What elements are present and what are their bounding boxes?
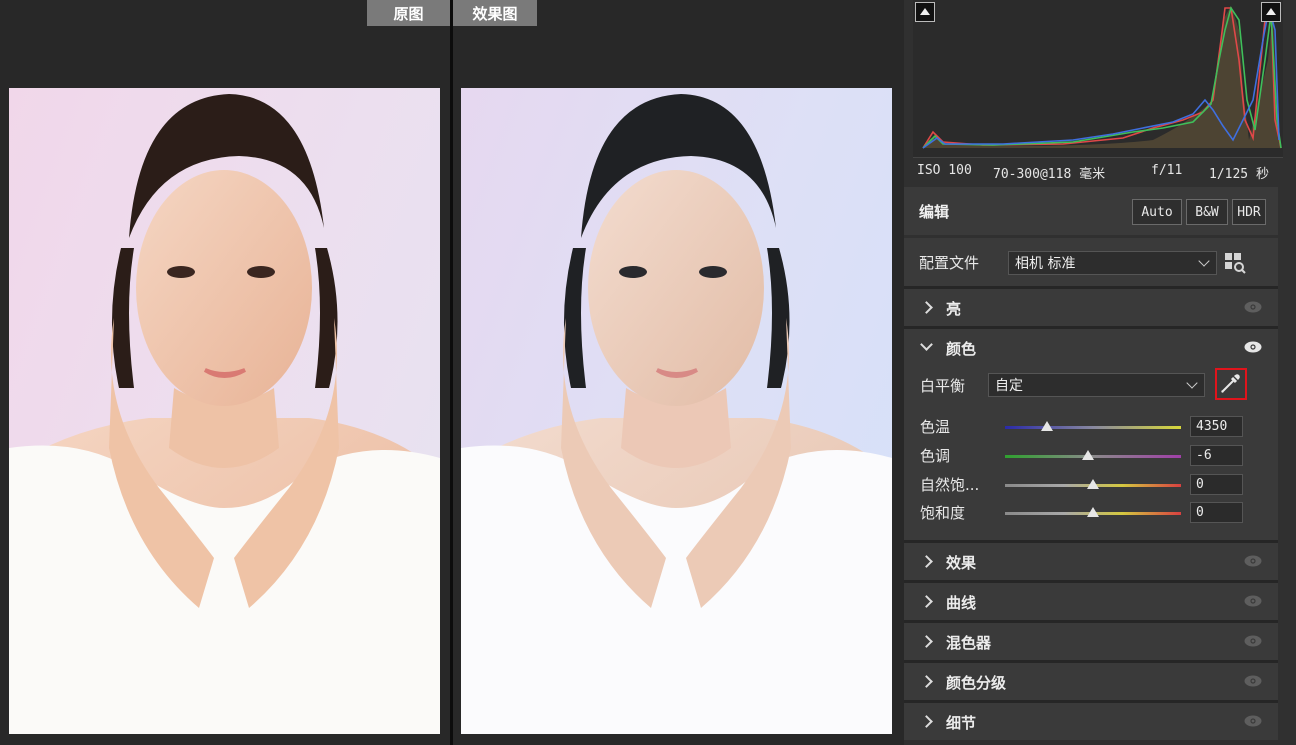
panel-mixer-title: 混色器 bbox=[946, 634, 992, 652]
slider-thumb[interactable] bbox=[1087, 507, 1099, 517]
panel-color-title: 颜色 bbox=[946, 340, 977, 358]
eye-icon[interactable] bbox=[1244, 635, 1262, 647]
slider-label: 饱和度 bbox=[920, 504, 966, 522]
slider-value-input[interactable]: 0 bbox=[1190, 502, 1243, 523]
panel-effects-title: 效果 bbox=[946, 554, 977, 572]
chevron-right-icon bbox=[920, 715, 933, 728]
exif-aperture: f/11 bbox=[1151, 163, 1183, 178]
panel-curve[interactable]: 曲线 bbox=[904, 583, 1278, 620]
profile-row: 配置文件 相机 标准 bbox=[904, 238, 1278, 286]
before-after-divider bbox=[450, 0, 453, 745]
slider-thumb[interactable] bbox=[1041, 421, 1054, 431]
profile-label: 配置文件 bbox=[919, 254, 980, 272]
before-view-label[interactable]: 原图 bbox=[367, 0, 450, 26]
highlight-clipping-toggle[interactable] bbox=[1261, 2, 1281, 22]
slider-value-input[interactable]: 0 bbox=[1190, 474, 1243, 495]
eye-icon[interactable] bbox=[1244, 595, 1262, 607]
panel-light[interactable]: 亮 bbox=[904, 289, 1278, 326]
eyedropper-icon bbox=[1221, 374, 1240, 393]
exif-shutter: 1/125 秒 bbox=[1209, 167, 1269, 182]
chevron-right-icon bbox=[920, 301, 933, 314]
slider-label: 色温 bbox=[920, 418, 951, 436]
slider-value-input[interactable]: 4350 bbox=[1190, 416, 1243, 437]
exif-iso: ISO 100 bbox=[917, 163, 972, 178]
panel-detail-title: 细节 bbox=[946, 714, 977, 732]
auto-button[interactable]: Auto bbox=[1132, 199, 1182, 225]
eye-icon[interactable] bbox=[1244, 301, 1262, 313]
panel-light-title: 亮 bbox=[946, 300, 962, 318]
slider-value-input[interactable]: -6 bbox=[1190, 445, 1243, 466]
shadow-clipping-toggle[interactable] bbox=[915, 2, 935, 22]
edit-title: 编辑 bbox=[919, 203, 950, 221]
eye-icon[interactable] bbox=[1244, 715, 1262, 727]
slider-track[interactable] bbox=[1005, 426, 1181, 429]
portrait-before bbox=[9, 94, 440, 734]
panel-mixer[interactable]: 混色器 bbox=[904, 623, 1278, 660]
panel-color-header[interactable]: 颜色 bbox=[904, 329, 1278, 366]
before-photo bbox=[9, 88, 440, 734]
chevron-down-icon bbox=[1198, 255, 1210, 267]
white-balance-label: 白平衡 bbox=[920, 377, 966, 395]
after-photo bbox=[461, 88, 892, 734]
exif-lens: 70-300@118 毫米 bbox=[993, 167, 1106, 182]
panel-detail[interactable]: 细节 bbox=[904, 703, 1278, 740]
chevron-right-icon bbox=[920, 635, 933, 648]
preview-area: 原图 效果图 bbox=[0, 0, 904, 745]
chevron-down-icon bbox=[1186, 377, 1198, 389]
eye-icon[interactable] bbox=[1244, 341, 1262, 353]
slider-label: 自然饱... bbox=[920, 476, 980, 494]
chevron-right-icon bbox=[920, 675, 933, 688]
panel-effects[interactable]: 效果 bbox=[904, 543, 1278, 580]
exif-info: ISO 100 70-300@118 毫米 f/11 1/125 秒 bbox=[913, 158, 1283, 184]
edit-header: 编辑 Auto B&W HDR bbox=[904, 187, 1278, 235]
chevron-right-icon bbox=[920, 555, 933, 568]
chevron-right-icon bbox=[920, 595, 933, 608]
hdr-button[interactable]: HDR bbox=[1232, 199, 1266, 225]
white-balance-eyedropper-button[interactable] bbox=[1215, 368, 1247, 400]
profile-browser-icon[interactable] bbox=[1224, 252, 1246, 274]
panel-curve-title: 曲线 bbox=[946, 594, 977, 612]
edit-panel: ISO 100 70-300@118 毫米 f/11 1/125 秒 编辑 Au… bbox=[904, 0, 1296, 745]
white-balance-value: 自定 bbox=[995, 378, 1023, 394]
slider-label: 色调 bbox=[920, 447, 951, 465]
slider-thumb[interactable] bbox=[1081, 450, 1094, 460]
eye-icon[interactable] bbox=[1244, 675, 1262, 687]
profile-value: 相机 标准 bbox=[1015, 256, 1076, 272]
after-view-label[interactable]: 效果图 bbox=[453, 0, 537, 26]
bw-button[interactable]: B&W bbox=[1186, 199, 1228, 225]
eye-icon[interactable] bbox=[1244, 555, 1262, 567]
portrait-after bbox=[461, 94, 892, 734]
panel-color-grading-title: 颜色分级 bbox=[946, 674, 1007, 692]
profile-select[interactable]: 相机 标准 bbox=[1008, 251, 1217, 275]
panel-color-grading[interactable]: 颜色分级 bbox=[904, 663, 1278, 700]
slider-thumb[interactable] bbox=[1087, 479, 1099, 489]
histogram-graph bbox=[922, 5, 1282, 149]
white-balance-select[interactable]: 自定 bbox=[988, 373, 1205, 397]
histogram bbox=[913, 0, 1283, 158]
chevron-down-icon bbox=[920, 338, 933, 351]
panel-color: 颜色 白平衡 自定 色温 4350 色调 -6 自然饱... 0 饱和度 0 bbox=[904, 329, 1278, 540]
